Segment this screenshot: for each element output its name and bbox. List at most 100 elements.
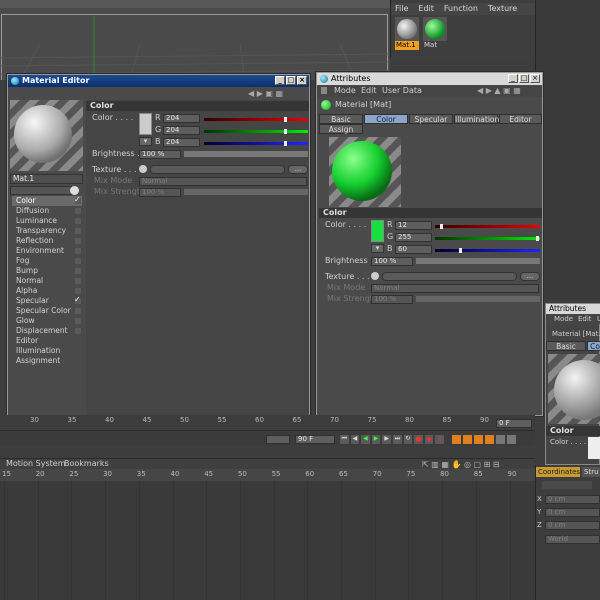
mix-mode-select[interactable]: Normal: [139, 177, 307, 186]
coord-x-field[interactable]: 0 cm: [545, 495, 600, 504]
channel-item[interactable]: Environment: [12, 246, 82, 256]
play-icon[interactable]: ▶: [371, 435, 381, 444]
channel-item[interactable]: Displacement: [12, 326, 82, 336]
attr-texture-browse-button[interactable]: ...: [520, 272, 540, 281]
key-pla-icon[interactable]: [496, 435, 505, 444]
channel-item[interactable]: Color: [12, 195, 82, 206]
brightness-field[interactable]: 100 %: [139, 150, 181, 159]
texture-field[interactable]: [150, 165, 285, 174]
mix-strength-slider[interactable]: [184, 189, 308, 195]
secondary-attr-title[interactable]: Attributes: [546, 304, 600, 314]
channel-item[interactable]: Specular: [12, 295, 82, 306]
material-thumb-mat[interactable]: [423, 17, 447, 41]
attr-r-value-field[interactable]: 12: [395, 221, 432, 230]
channel-item[interactable]: Illumination: [12, 346, 82, 356]
tab-structure[interactable]: Stru: [582, 467, 600, 477]
minimize-button[interactable]: _: [275, 76, 285, 85]
menu-function[interactable]: Function: [444, 3, 478, 15]
r-slider[interactable]: [204, 117, 308, 122]
secondary-menu-edit[interactable]: Edit: [578, 314, 592, 324]
current-frame-field[interactable]: 0 F: [496, 419, 532, 428]
channel-checkbox[interactable]: [75, 238, 81, 244]
timeline-tool-icons[interactable]: ⇱ ▥ ▦ ✋ ◎ ▢ ⊞ ⊟: [422, 460, 500, 469]
coord-y-field[interactable]: 0 cm: [545, 508, 600, 517]
tab-assign[interactable]: Assign: [319, 124, 363, 134]
coord-mode-select[interactable]: World: [545, 535, 600, 544]
key-rotation-icon[interactable]: [474, 435, 483, 444]
channel-item[interactable]: Bump: [12, 266, 82, 276]
attr-brightness-slider[interactable]: [416, 258, 540, 264]
key-param-icon[interactable]: [485, 435, 494, 444]
channel-item[interactable]: Diffusion: [12, 206, 82, 216]
frame-start-field[interactable]: [266, 435, 290, 444]
channel-checkbox[interactable]: [75, 258, 81, 264]
attr-maximize-button[interactable]: □: [519, 74, 529, 83]
tab-specular[interactable]: Specular: [409, 114, 453, 124]
attr-menu-userdata[interactable]: User Data: [382, 86, 422, 96]
tab-editor[interactable]: Editor: [499, 114, 542, 124]
attr-g-slider[interactable]: [435, 236, 540, 241]
channel-checkbox[interactable]: [74, 295, 81, 305]
channel-item[interactable]: Alpha: [12, 286, 82, 296]
channel-checkbox[interactable]: [75, 268, 81, 274]
material-editor-titlebar[interactable]: Material Editor _ □ ×: [8, 75, 309, 87]
material-thumb-mat1[interactable]: [395, 17, 419, 41]
editor-nav-arrows[interactable]: ◀ ▶ ▣ ▦: [248, 89, 308, 99]
menu-texture[interactable]: Texture: [488, 3, 517, 15]
secondary-tab-basic[interactable]: Basic: [546, 341, 586, 351]
channel-checkbox[interactable]: [75, 278, 81, 284]
prev-key-icon[interactable]: ◀: [350, 435, 360, 444]
attr-texture-field[interactable]: [382, 272, 517, 281]
material-name-field[interactable]: Mat.1: [10, 174, 83, 184]
coord-z-field[interactable]: 0 cm: [545, 521, 600, 530]
menu-motion-system[interactable]: Motion System: [6, 459, 66, 469]
attr-texture-menu-icon[interactable]: [371, 272, 379, 280]
attr-brightness-field[interactable]: 100 %: [371, 257, 413, 266]
channel-checkbox[interactable]: [75, 308, 81, 314]
tab-color[interactable]: Color: [364, 114, 408, 124]
channel-checkbox[interactable]: [75, 228, 81, 234]
channel-checkbox[interactable]: [75, 218, 81, 224]
channel-item[interactable]: Glow: [12, 316, 82, 326]
frame-end-field[interactable]: 90 F: [295, 435, 335, 444]
channel-checkbox[interactable]: [75, 208, 81, 214]
channel-item[interactable]: Specular Color: [12, 306, 82, 316]
color-swatch[interactable]: [139, 113, 152, 135]
attr-r-slider[interactable]: [435, 224, 540, 229]
timeline-track-area[interactable]: [0, 481, 535, 600]
material-label-mat1[interactable]: Mat.1: [395, 41, 419, 50]
secondary-tab-color[interactable]: Co: [587, 341, 600, 351]
channel-checkbox[interactable]: [75, 328, 81, 334]
attr-material-preview[interactable]: [329, 137, 401, 207]
timeline-ruler[interactable]: 15 20 25 30 35 40 45 50 55 60 65 70 75 80 85 90: [0, 469, 535, 481]
material-label-mat[interactable]: Mat: [423, 41, 447, 50]
menu-bookmarks[interactable]: Bookmarks: [64, 459, 109, 469]
channel-checkbox[interactable]: [74, 195, 81, 205]
go-start-icon[interactable]: ⏮: [340, 435, 349, 444]
g-value-field[interactable]: 204: [163, 126, 200, 135]
tab-basic[interactable]: Basic: [319, 114, 363, 124]
menu-edit[interactable]: Edit: [418, 3, 434, 15]
secondary-color-swatch[interactable]: [588, 437, 600, 459]
material-preview[interactable]: [10, 100, 83, 171]
channel-checkbox[interactable]: [75, 248, 81, 254]
key-position-icon[interactable]: [452, 435, 461, 444]
b-value-field[interactable]: 204: [163, 138, 200, 147]
attr-mix-mode-select[interactable]: Normal: [371, 284, 539, 293]
attr-menu-edit[interactable]: Edit: [361, 86, 377, 96]
secondary-menu-mode[interactable]: Mode: [554, 314, 573, 324]
attr-color-expand-button[interactable]: ▾: [371, 244, 384, 253]
r-value-field[interactable]: 204: [163, 114, 200, 123]
material-dropdown[interactable]: [10, 186, 72, 195]
time-ruler[interactable]: 30 35 40 45 50 55 60 65 70 75 80 85 90: [0, 415, 535, 427]
close-button[interactable]: ×: [297, 76, 307, 85]
attr-b-value-field[interactable]: 60: [395, 245, 432, 254]
loop-icon[interactable]: ↻: [403, 435, 413, 444]
channel-item[interactable]: Normal: [12, 276, 82, 286]
tab-illumination[interactable]: Illumination: [454, 114, 499, 124]
keyframe-selection-icon[interactable]: ?: [435, 435, 444, 444]
play-reverse-icon[interactable]: ◀: [361, 435, 370, 444]
viewport[interactable]: [0, 0, 390, 80]
channel-item[interactable]: Fog: [12, 256, 82, 266]
attr-mix-strength-slider[interactable]: [416, 296, 540, 302]
